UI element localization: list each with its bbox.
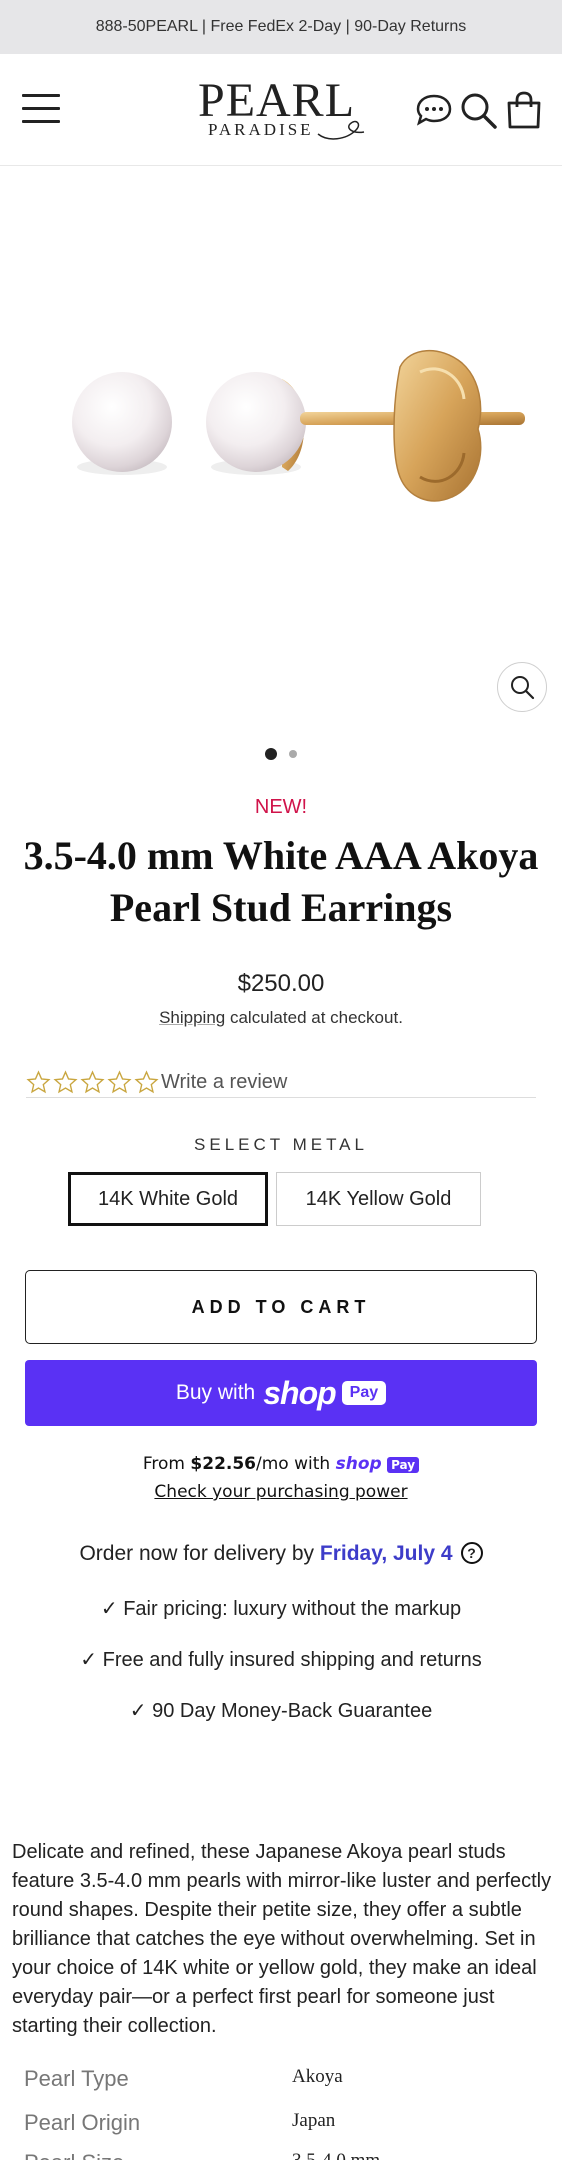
menu-icon[interactable] <box>22 94 60 124</box>
zoom-button[interactable] <box>497 662 547 712</box>
spec-value: Akoya <box>292 2066 343 2087</box>
spec-row: Pearl Type Akoya <box>24 2066 544 2106</box>
spec-row: Pearl Origin Japan <box>24 2110 544 2150</box>
purchasing-power-link[interactable]: Check your purchasing power <box>0 1482 562 1502</box>
delivery-date: Friday, July 4 <box>319 1542 453 1565</box>
logo-sub-text: PARADISE <box>208 120 314 139</box>
installments-amount: $22.56 <box>190 1454 257 1474</box>
spec-key: Pearl Origin <box>24 2110 141 2135</box>
shipping-text: calculated at checkout. <box>225 1008 403 1027</box>
pay-pill: Pay <box>341 1381 387 1405</box>
gallery-dot-active[interactable] <box>265 748 277 760</box>
installments-text: From $22.56/mo with shop Pay <box>0 1454 562 1474</box>
star-icon <box>107 1070 132 1094</box>
site-logo[interactable]: PEARL PARADISE <box>198 76 368 146</box>
shop-logo: shop <box>263 1374 336 1411</box>
shipping-note: Shipping calculated at checkout. <box>0 1008 562 1028</box>
site-header: PEARL PARADISE <box>0 54 562 166</box>
spec-value: Japan <box>292 2110 336 2131</box>
gallery-pagination <box>0 747 562 761</box>
spec-value: 3.5-4.0 mm <box>292 2150 380 2160</box>
search-icon[interactable] <box>458 90 498 130</box>
star-icon <box>80 1070 105 1094</box>
add-to-cart-button[interactable]: ADD TO CART <box>25 1270 537 1344</box>
chat-icon[interactable] <box>414 90 454 130</box>
gallery-dot[interactable] <box>289 750 297 758</box>
spec-key: Pearl Type <box>24 2066 129 2091</box>
shipping-link[interactable]: Shipping <box>159 1008 225 1027</box>
product-price: $250.00 <box>237 970 325 997</box>
metal-option-white-gold[interactable]: 14K White Gold <box>68 1172 268 1226</box>
installments-from: From <box>142 1454 191 1474</box>
delivery-prefix: Order now for delivery by <box>79 1542 320 1565</box>
announcement-bar: 888-50PEARL | Free FedEx 2-Day | 90-Day … <box>0 0 562 54</box>
star-icon <box>53 1070 78 1094</box>
feature-money-back: ✓ 90 Day Money-Back Guarantee <box>129 1700 433 1722</box>
installments-shop-logo: shop <box>335 1454 382 1474</box>
spec-key: Pearl Size <box>24 2150 124 2160</box>
cart-icon[interactable] <box>504 90 544 130</box>
feature-fair-pricing: ✓ Fair pricing: luxury without the marku… <box>100 1598 462 1620</box>
delivery-estimate: Order now for delivery by Friday, July 4… <box>0 1542 562 1566</box>
product-title: 3.5-4.0 mm White AAA Akoya Pearl Stud Ea… <box>23 833 539 930</box>
product-image <box>72 349 525 502</box>
write-review-link[interactable]: Write a review <box>161 1071 287 1094</box>
star-icon <box>134 1070 159 1094</box>
logo-swirl-icon <box>317 120 365 140</box>
spec-row: Pearl Size 3.5-4.0 mm <box>24 2150 544 2160</box>
product-gallery[interactable] <box>0 167 562 727</box>
shop-pay-button[interactable]: Buy with shop Pay <box>25 1360 537 1426</box>
select-metal-label: SELECT METAL <box>194 1135 368 1154</box>
buy-with-label: Buy with <box>175 1381 256 1404</box>
star-icon <box>26 1070 51 1094</box>
rating-stars[interactable] <box>26 1070 159 1095</box>
feature-free-shipping: ✓ Free and fully insured shipping and re… <box>80 1649 482 1671</box>
help-icon[interactable]: ? <box>460 1542 483 1564</box>
metal-option-yellow-gold[interactable]: 14K Yellow Gold <box>276 1172 481 1226</box>
zoom-icon <box>511 676 535 700</box>
installments-pay-pill: Pay <box>387 1457 420 1473</box>
new-badge: NEW! <box>254 796 308 818</box>
installments-per: /mo with <box>256 1454 336 1474</box>
product-description: Delicate and refined, these Japanese Ako… <box>12 1841 552 2037</box>
review-row: Write a review <box>26 1068 536 1098</box>
